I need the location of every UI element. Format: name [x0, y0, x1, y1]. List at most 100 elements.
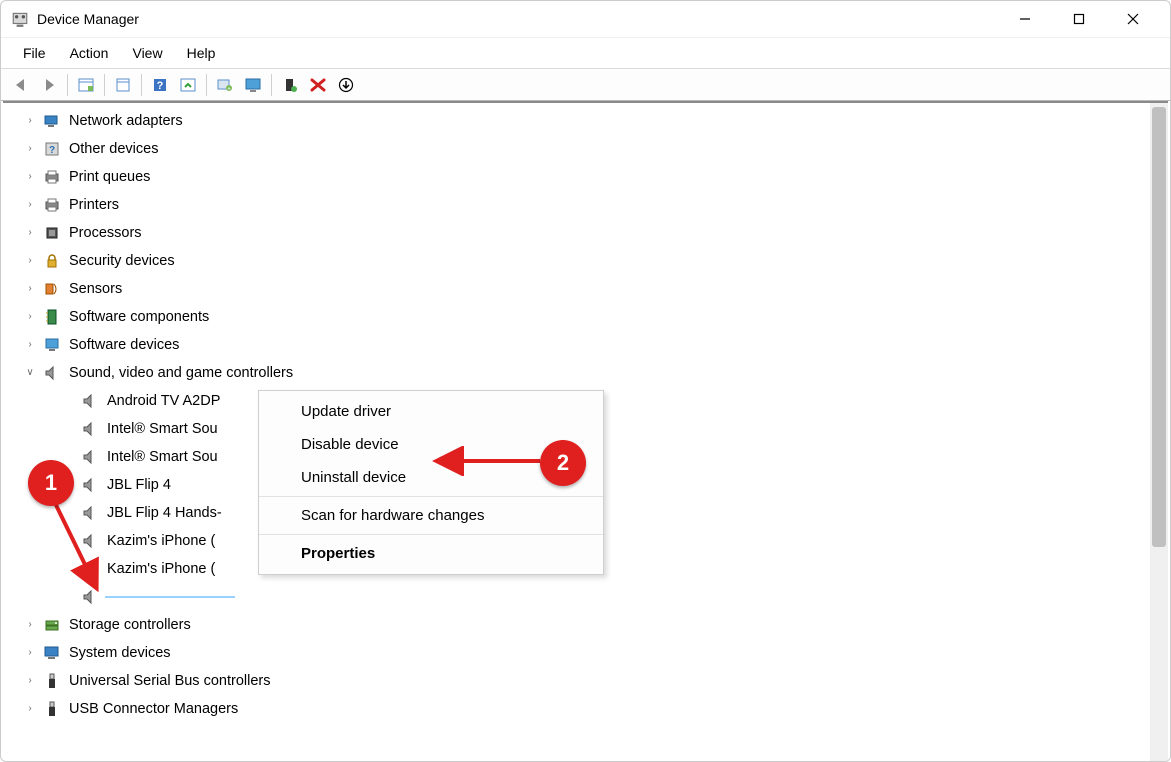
tree-node-label: Security devices: [67, 246, 177, 276]
tree-node-label: Printers: [67, 190, 121, 220]
tree-node-label: USB Connector Managers: [67, 694, 240, 724]
help-button[interactable]: ?: [146, 72, 174, 98]
menu-action[interactable]: Action: [58, 41, 121, 65]
expand-twisty[interactable]: ›: [23, 275, 37, 303]
tree-child-node[interactable]: [23, 583, 1150, 611]
menu-view[interactable]: View: [120, 41, 174, 65]
tree-node[interactable]: ∨ Sound, video and game controllers: [23, 359, 1150, 387]
monitor-button[interactable]: [239, 72, 267, 98]
titlebar: Device Manager: [1, 1, 1170, 37]
menu-update-driver[interactable]: Update driver: [259, 395, 603, 428]
expand-twisty[interactable]: ›: [23, 163, 37, 191]
expand-twisty[interactable]: ›: [23, 219, 37, 247]
expand-twisty[interactable]: ›: [23, 107, 37, 135]
expand-twisty[interactable]: ›: [23, 303, 37, 331]
toolbar: ? +: [1, 69, 1170, 101]
expand-twisty[interactable]: ›: [23, 191, 37, 219]
expand-twisty[interactable]: ›: [23, 135, 37, 163]
tree-node[interactable]: › System devices: [23, 639, 1150, 667]
expand-twisty[interactable]: ›: [23, 639, 37, 667]
tree-node-label: Software components: [67, 302, 211, 332]
system-icon: [43, 644, 61, 662]
menu-properties[interactable]: Properties: [259, 537, 603, 570]
tree-node-label: Intel® Smart Sou: [105, 414, 220, 444]
tree-node[interactable]: › Software components: [23, 303, 1150, 331]
tree-node[interactable]: › Security devices: [23, 247, 1150, 275]
tree-node[interactable]: › Processors: [23, 219, 1150, 247]
tree-node[interactable]: › Printers: [23, 191, 1150, 219]
annotation-badge-1: 1: [28, 460, 74, 506]
forward-button[interactable]: [35, 72, 63, 98]
tree-node-label: System devices: [67, 638, 173, 668]
cpu-icon: [43, 224, 61, 242]
annotation-arrow-2: [430, 446, 550, 476]
software-device-icon: [43, 336, 61, 354]
tree-node-label: Other devices: [67, 134, 160, 164]
usb-icon: [43, 672, 61, 690]
storage-icon: [43, 616, 61, 634]
app-icon: [11, 10, 29, 28]
expand-twisty[interactable]: ›: [23, 331, 37, 359]
expand-twisty[interactable]: ∨: [23, 359, 37, 387]
menu-file[interactable]: File: [11, 41, 58, 65]
tree-node-label: Network adapters: [67, 106, 185, 136]
down-button[interactable]: [332, 72, 360, 98]
printer-icon: [43, 196, 61, 214]
tree-node-label: Universal Serial Bus controllers: [67, 666, 272, 696]
tree-node[interactable]: › Storage controllers: [23, 611, 1150, 639]
tree-node-label: Sound, video and game controllers: [67, 358, 295, 388]
usb-connector-icon: [43, 700, 61, 718]
tree-node-label: Kazim's iPhone (: [105, 526, 217, 556]
menu-scan-hardware[interactable]: Scan for hardware changes: [259, 499, 603, 532]
tree-node[interactable]: › Network adapters: [23, 107, 1150, 135]
minimize-button[interactable]: [998, 1, 1052, 37]
window-title: Device Manager: [37, 11, 998, 27]
tree-node-label: JBL Flip 4 Hands-: [105, 498, 224, 528]
uninstall-button[interactable]: [304, 72, 332, 98]
expand-twisty[interactable]: ›: [23, 695, 37, 723]
tree-node[interactable]: › Software devices: [23, 331, 1150, 359]
back-button[interactable]: [7, 72, 35, 98]
speaker-icon: [81, 420, 99, 438]
tree-node-label: Intel® Smart Sou: [105, 442, 220, 472]
menu-help[interactable]: Help: [175, 41, 228, 65]
sensor-icon: [43, 280, 61, 298]
maximize-button[interactable]: [1052, 1, 1106, 37]
tree-node[interactable]: ›? Other devices: [23, 135, 1150, 163]
menu-separator: [259, 534, 603, 535]
menu-separator: [259, 496, 603, 497]
security-icon: [43, 252, 61, 270]
expand-twisty[interactable]: ›: [23, 611, 37, 639]
scan-hardware-button[interactable]: +: [211, 72, 239, 98]
speaker-icon: [81, 392, 99, 410]
speaker-icon: [81, 476, 99, 494]
tree-node[interactable]: › USB Connector Managers: [23, 695, 1150, 723]
tree-node[interactable]: › Sensors: [23, 275, 1150, 303]
properties-button[interactable]: [109, 72, 137, 98]
scrollbar-thumb[interactable]: [1152, 107, 1166, 547]
tree-node[interactable]: › Universal Serial Bus controllers: [23, 667, 1150, 695]
network-icon: [43, 112, 61, 130]
update-driver-button[interactable]: [174, 72, 202, 98]
component-icon: [43, 308, 61, 326]
print-queue-icon: [43, 168, 61, 186]
expand-twisty[interactable]: ›: [23, 667, 37, 695]
tree-node-label: Processors: [67, 218, 144, 248]
tree-node-label: Storage controllers: [67, 610, 193, 640]
tree-node-label: [105, 596, 235, 598]
vertical-scrollbar[interactable]: [1150, 103, 1168, 761]
enable-button[interactable]: [276, 72, 304, 98]
close-button[interactable]: [1106, 1, 1160, 37]
tree-node[interactable]: ›Print queues: [23, 163, 1150, 191]
speaker-icon: [81, 448, 99, 466]
show-hidden-button[interactable]: [72, 72, 100, 98]
svg-text:?: ?: [49, 145, 55, 156]
annotation-badge-2: 2: [540, 440, 586, 486]
tree-node-label: Sensors: [67, 274, 124, 304]
device-manager-window: Device Manager File Action View Help ? +: [0, 0, 1171, 762]
expand-twisty[interactable]: ›: [23, 247, 37, 275]
annotation-arrow-1: [40, 495, 120, 605]
tree-node-label: Kazim's iPhone (: [105, 554, 217, 584]
tree-node-label: Software devices: [67, 330, 181, 360]
svg-text:+: +: [227, 86, 231, 92]
